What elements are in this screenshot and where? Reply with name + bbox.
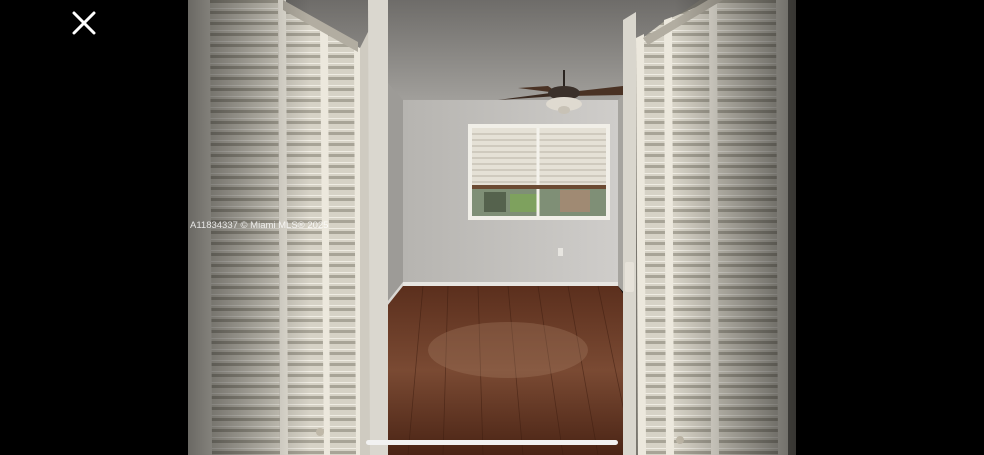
mls-watermark: A11834337 © Miami MLS® 2025 bbox=[190, 220, 329, 231]
home-indicator[interactable] bbox=[366, 440, 618, 445]
